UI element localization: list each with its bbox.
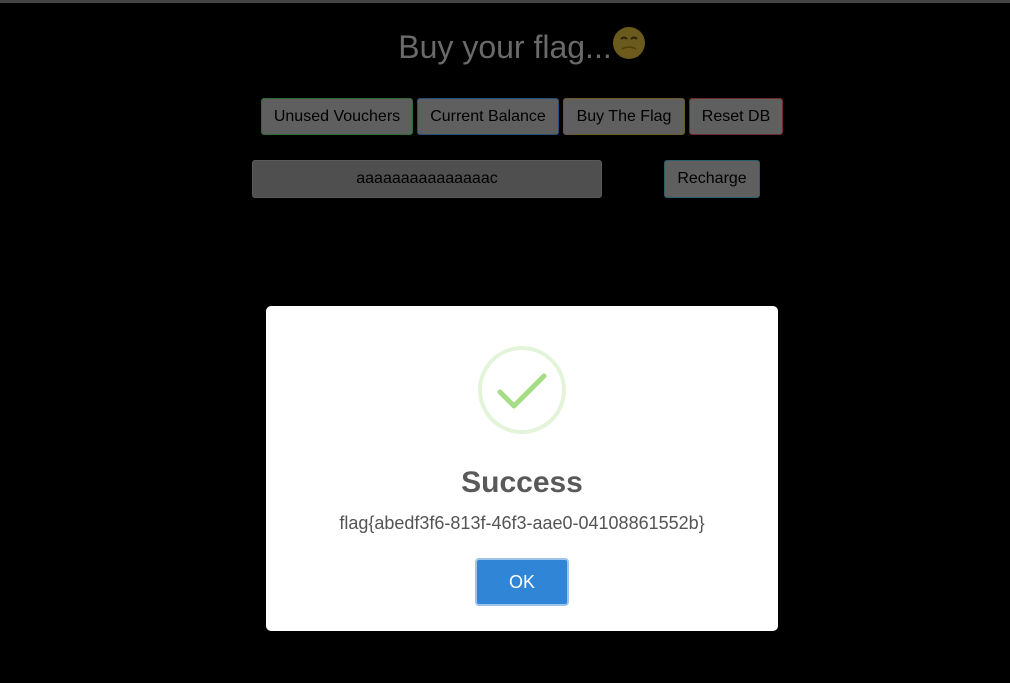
hand-over-mouth-emoji-icon xyxy=(612,27,645,59)
dialog-message: flag{abedf3f6-813f-46f3-aae0-04108861552… xyxy=(339,513,705,533)
reset-db-button[interactable]: Reset DB xyxy=(689,98,783,135)
current-balance-button[interactable]: Current Balance xyxy=(417,98,559,135)
page: Buy your flag... Unused Vouchers Current… xyxy=(0,0,1010,683)
success-check-icon xyxy=(478,346,566,434)
page-title: Buy your flag... xyxy=(398,29,612,65)
buy-flag-label: Buy The Flag xyxy=(576,107,672,125)
recharge-button[interactable]: Recharge xyxy=(664,160,760,198)
recharge-label: Recharge xyxy=(677,170,747,187)
current-balance-label: Current Balance xyxy=(430,107,546,125)
ok-label: OK xyxy=(508,571,535,592)
buy-flag-button[interactable]: Buy The Flag xyxy=(563,98,685,135)
dialog-title: Success xyxy=(461,466,583,499)
success-dialog: Success flag{abedf3f6-813f-46f3-aae0-041… xyxy=(266,306,778,631)
reset-db-label: Reset DB xyxy=(701,107,771,125)
top-border xyxy=(0,0,1010,3)
unused-vouchers-label: Unused Vouchers xyxy=(273,107,401,125)
ok-button[interactable]: OK xyxy=(475,558,569,606)
unused-vouchers-button[interactable]: Unused Vouchers xyxy=(261,98,413,135)
page-title-container: Buy your flag... xyxy=(0,26,1010,66)
voucher-input[interactable] xyxy=(252,160,602,198)
